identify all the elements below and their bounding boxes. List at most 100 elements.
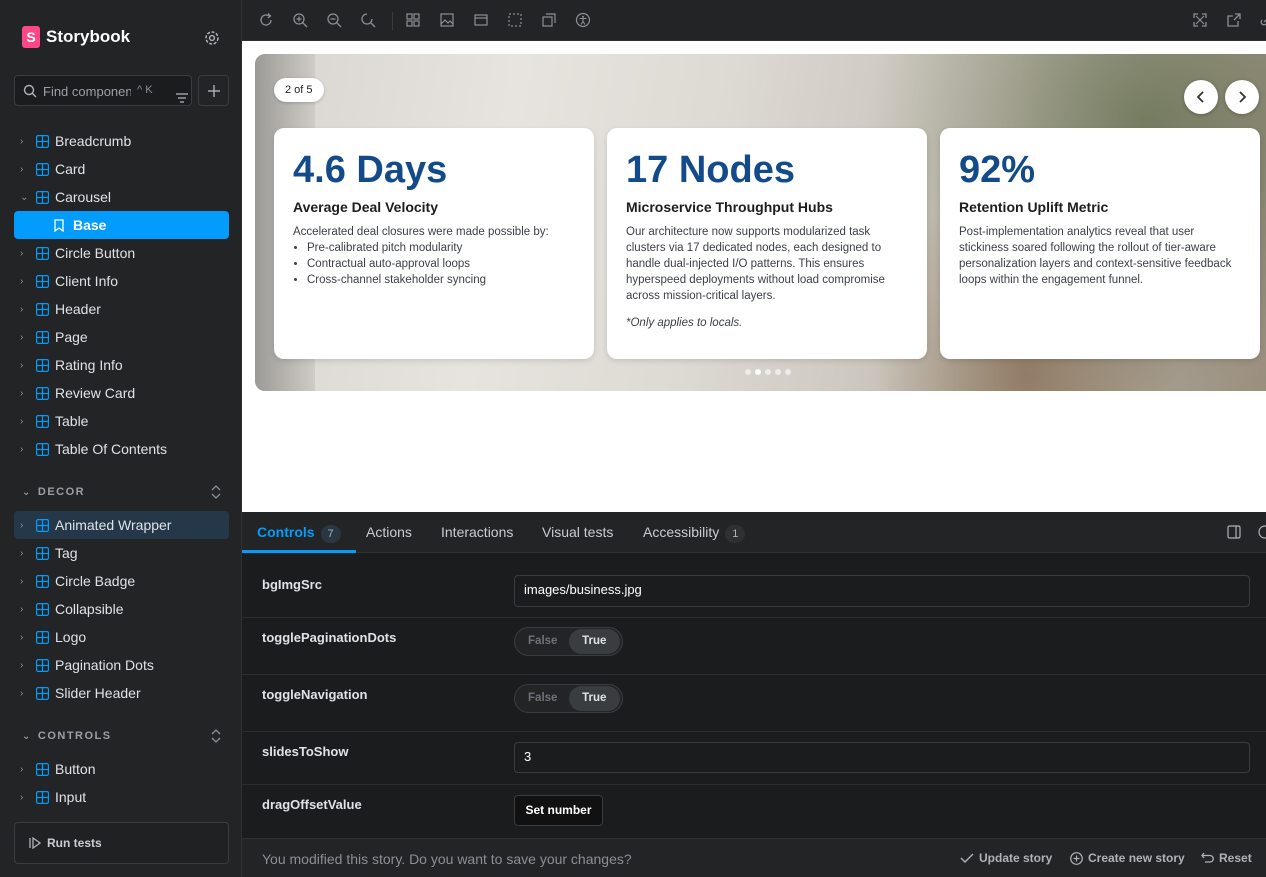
pagination-dot[interactable] — [775, 369, 781, 375]
chevron-right-icon: › — [20, 575, 24, 587]
component-icon — [36, 190, 49, 204]
chevron-right-icon: › — [20, 359, 24, 371]
tab-badge: 7 — [320, 525, 341, 543]
slidestoshow-input[interactable]: 3 — [514, 742, 1250, 773]
panel-layout-icon[interactable] — [1227, 525, 1241, 539]
outline-icon[interactable] — [507, 12, 523, 28]
tree-item-circle-button[interactable]: › Circle Button — [14, 239, 229, 267]
tree-item-collapsible[interactable]: › Collapsible — [14, 595, 229, 623]
open-new-tab-icon[interactable] — [1226, 12, 1242, 28]
background-image-icon[interactable] — [439, 12, 455, 28]
component-icon — [36, 442, 49, 456]
play-icon — [29, 837, 41, 849]
navigation-toggle[interactable]: False True — [514, 684, 623, 713]
tree-item-table-of-contents[interactable]: › Table Of Contents — [14, 435, 229, 463]
toggle-false-option[interactable]: False — [517, 686, 569, 711]
zoom-reset-icon[interactable] — [360, 12, 376, 28]
tree-item-slider-header[interactable]: › Slider Header — [14, 679, 229, 707]
grid-icon[interactable] — [405, 12, 421, 28]
tab-badge: 1 — [725, 525, 746, 543]
component-icon — [36, 302, 49, 316]
create-new-story-button[interactable]: Create new story — [1070, 851, 1185, 865]
chevron-right-icon: › — [20, 303, 24, 315]
brand[interactable]: S Storybook — [22, 26, 130, 48]
tree-item-button[interactable]: › Button — [14, 755, 229, 783]
bgimgsrc-textarea[interactable]: images/business.jpg — [514, 575, 1250, 607]
tree-item-table[interactable]: › Table — [14, 407, 229, 435]
pagination-dot[interactable] — [765, 369, 771, 375]
accessibility-icon[interactable] — [575, 12, 591, 28]
tree-item-pagination-dots[interactable]: › Pagination Dots — [14, 651, 229, 679]
stat-card: 4.6 Days Average Deal Velocity Accelerat… — [274, 128, 594, 359]
tab-actions[interactable]: Actions — [366, 512, 412, 553]
add-story-button[interactable] — [198, 75, 229, 106]
run-tests-button[interactable]: Run tests — [14, 822, 229, 864]
stat-description: Our architecture now supports modularize… — [626, 226, 885, 302]
chevron-right-icon: › — [20, 387, 24, 399]
pagination-dot-active[interactable] — [755, 369, 761, 375]
chevron-right-icon: › — [20, 687, 24, 699]
tree-item-circle-badge[interactable]: › Circle Badge — [14, 567, 229, 595]
viewport-icon[interactable] — [473, 12, 489, 28]
group-decor[interactable]: ⌄ DECOR — [22, 482, 222, 502]
tree-item-carousel[interactable]: ⌄ Carousel — [14, 183, 229, 211]
pagination-dots-toggle[interactable]: False True — [514, 627, 623, 656]
pagination-dot[interactable] — [745, 369, 751, 375]
toggle-true-option[interactable]: True — [568, 686, 620, 711]
tree-item-card[interactable]: › Card — [14, 155, 229, 183]
tree-item-breadcrumb[interactable]: › Breadcrumb — [14, 127, 229, 155]
group-title: CONTROLS — [37, 730, 112, 742]
tree-item-header[interactable]: › Header — [14, 295, 229, 323]
tree-item-input[interactable]: › Input — [14, 783, 229, 811]
tree-item-logo[interactable]: › Logo — [14, 623, 229, 651]
fullscreen-icon[interactable] — [1192, 12, 1208, 28]
tree-item-rating-info[interactable]: › Rating Info — [14, 351, 229, 379]
chevron-right-icon: › — [20, 603, 24, 615]
stat-title: Average Deal Velocity — [293, 199, 439, 215]
group-title: DECOR — [37, 486, 86, 498]
copy-link-icon[interactable] — [1258, 12, 1266, 28]
previous-slide-button[interactable] — [1184, 80, 1218, 114]
toggle-true-option[interactable]: True — [568, 629, 620, 654]
control-row-dragoffsetvalue: dragOffsetValue Set number — [242, 785, 1266, 838]
list-item: Contractual auto-approval loops — [307, 256, 575, 272]
expand-collapse-icon[interactable] — [210, 484, 222, 500]
group-controls[interactable]: ⌄ CONTROLS — [22, 726, 222, 746]
zoom-in-icon[interactable] — [292, 12, 308, 28]
tree-item-page[interactable]: › Page — [14, 323, 229, 351]
tab-interactions[interactable]: Interactions — [441, 512, 513, 553]
tab-visual-tests[interactable]: Visual tests — [542, 512, 613, 553]
tab-accessibility[interactable]: Accessibility 1 — [643, 512, 746, 553]
tab-controls[interactable]: Controls 7 — [242, 512, 356, 553]
search-input[interactable] — [43, 82, 131, 100]
tree-item-client-info[interactable]: › Client Info — [14, 267, 229, 295]
reset-button[interactable]: Reset — [1201, 851, 1252, 865]
remount-icon[interactable] — [258, 12, 274, 28]
tree-item-tag[interactable]: › Tag — [14, 539, 229, 567]
component-icon — [36, 762, 49, 776]
zoom-out-icon[interactable] — [326, 12, 342, 28]
next-slide-button[interactable] — [1225, 80, 1259, 114]
filter-icon[interactable] — [167, 83, 188, 103]
storybook-app: S Storybook ^ K › Breadcrumb › Card ⌄ Carou… — [0, 0, 1266, 877]
tree-item-label: Tag — [55, 545, 78, 561]
tree-item-label: Card — [55, 161, 86, 177]
measure-icon[interactable] — [541, 12, 557, 28]
settings-gear-icon[interactable] — [202, 28, 222, 48]
tree-item-review-card[interactable]: › Review Card — [14, 379, 229, 407]
close-panel-icon[interactable] — [1258, 525, 1266, 539]
stat-card: 92% Retention Uplift Metric Post-impleme… — [940, 128, 1260, 359]
chevron-right-icon: › — [20, 443, 24, 455]
stat-description: Accelerated deal closures were made poss… — [293, 226, 549, 238]
tree-story-base[interactable]: Base — [14, 211, 229, 239]
set-number-button[interactable]: Set number — [514, 795, 603, 826]
pagination-dot[interactable] — [785, 369, 791, 375]
expand-collapse-icon[interactable] — [210, 728, 222, 744]
chevron-right-icon: › — [20, 659, 24, 671]
component-icon — [36, 686, 49, 700]
toggle-false-option[interactable]: False — [517, 629, 569, 654]
addon-panel: Controls 7 Actions Interactions Visual te… — [242, 512, 1266, 877]
tree-item-animated-wrapper[interactable]: › Animated Wrapper — [14, 511, 229, 539]
tab-label: Accessibility — [643, 524, 720, 540]
update-story-button[interactable]: Update story — [960, 851, 1052, 865]
